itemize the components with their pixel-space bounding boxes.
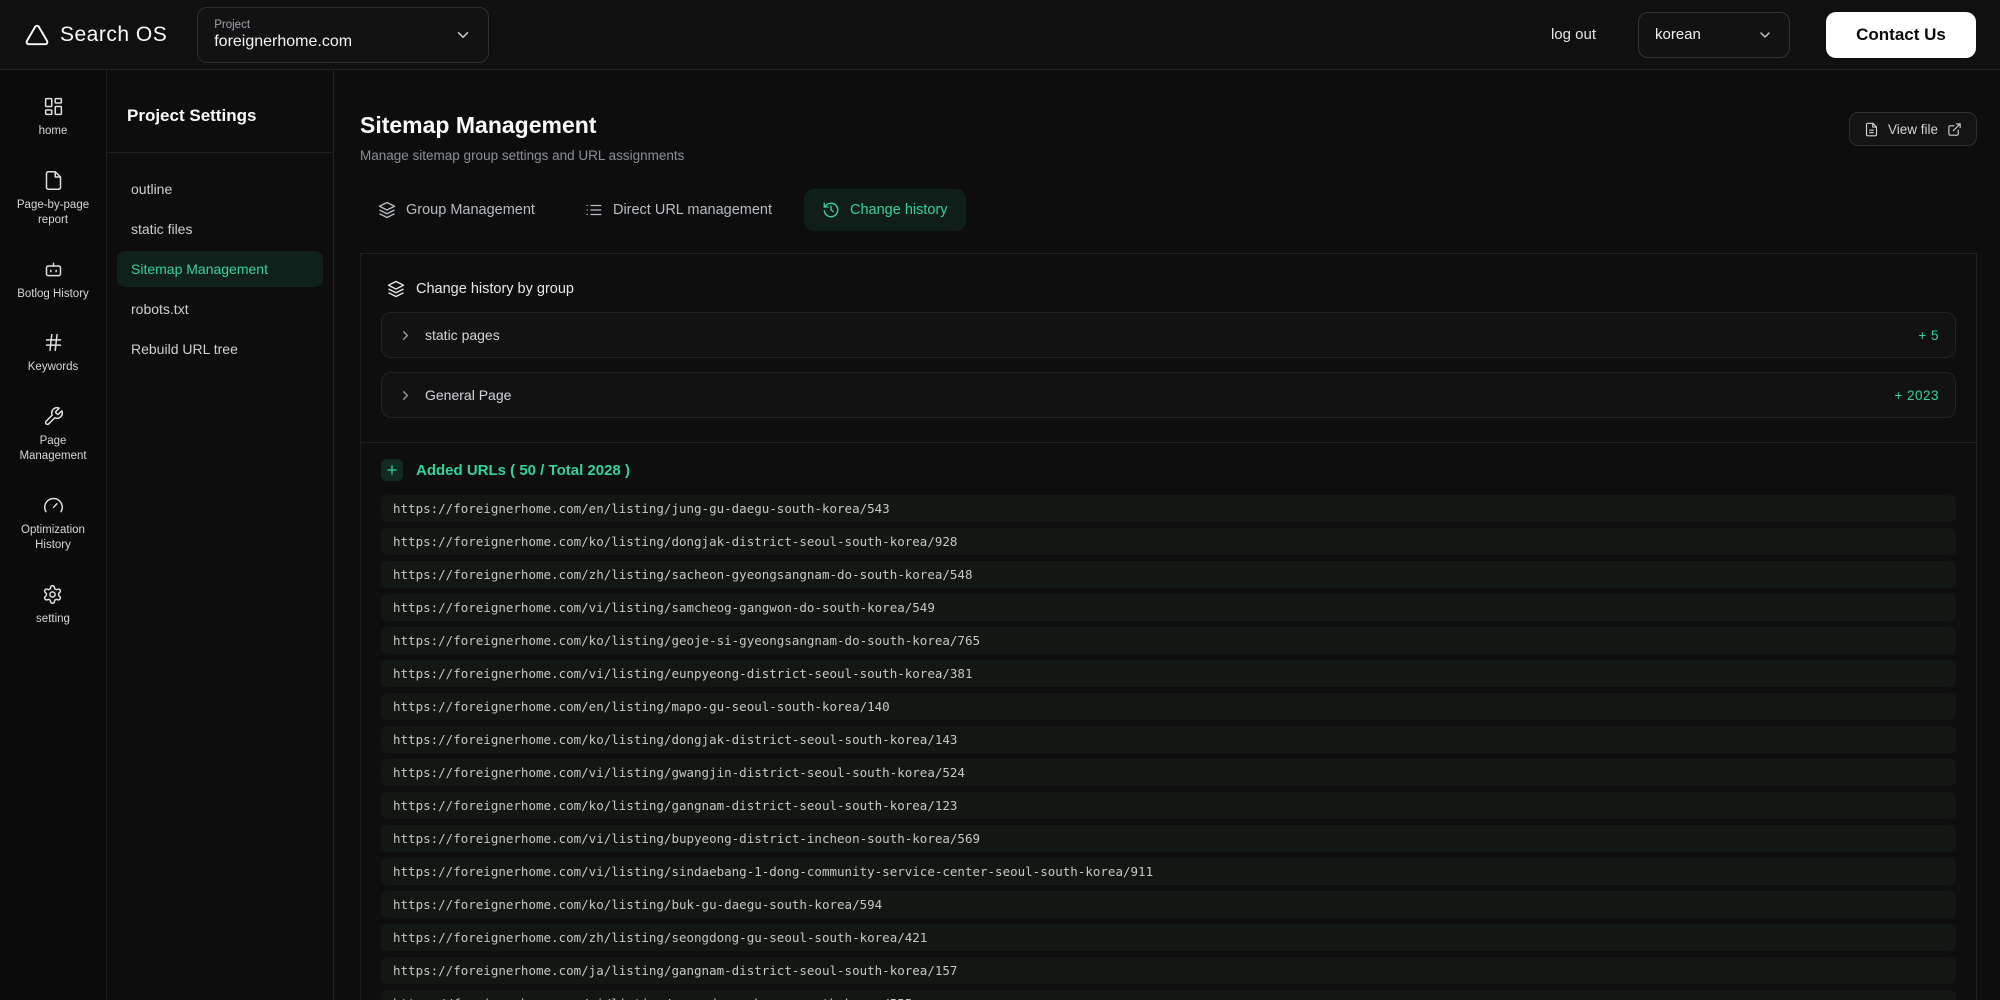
file-icon: [43, 170, 64, 191]
external-link-icon: [1947, 122, 1962, 137]
project-select[interactable]: Project foreignerhome.com: [197, 6, 490, 63]
sidebar-list: outline static files Sitemap Management …: [107, 153, 333, 385]
chevron-down-icon: [454, 26, 472, 44]
sidebar-item-robots-txt[interactable]: robots.txt: [117, 291, 323, 327]
section-header: Change history by group: [381, 280, 1956, 298]
rail-item-label: Page Management: [19, 434, 87, 463]
chevron-right-icon: [398, 328, 413, 343]
language-select-value: korean: [1655, 26, 1701, 43]
rail-item-label: home: [38, 125, 68, 137]
added-urls-header[interactable]: Added URLs ( 50 / Total 2028 ): [381, 459, 1956, 481]
gauge-icon: [43, 495, 64, 516]
page-subtitle: Manage sitemap group settings and URL as…: [360, 148, 685, 163]
url-list-item: https://foreignerhome.com/vi/listing/bup…: [381, 825, 1956, 852]
url-list-item: https://foreignerhome.com/vi/listing/eun…: [381, 660, 1956, 687]
url-list-item: https://foreignerhome.com/en/listing/map…: [381, 693, 1956, 720]
sidebar-item-outline[interactable]: outline: [117, 171, 323, 207]
file-text-icon: [1864, 122, 1879, 137]
added-urls-title: Added URLs ( 50 / Total 2028 ): [416, 461, 630, 479]
added-count-badge: + 5: [1918, 327, 1939, 343]
rail-item-label: Botlog History: [17, 287, 89, 300]
project-settings-sidebar: Project Settings outline static files Si…: [107, 70, 334, 1000]
url-list-item: https://foreignerhome.com/zh/listing/seo…: [381, 924, 1956, 951]
sidebar-item-rebuild-url-tree[interactable]: Rebuild URL tree: [117, 331, 323, 367]
rail-item-setting[interactable]: setting: [36, 584, 70, 628]
rail-item-botlog-history[interactable]: Botlog History: [17, 259, 89, 303]
url-list-item: https://foreignerhome.com/ko/listing/don…: [381, 528, 1956, 555]
url-list-item: https://foreignerhome.com/vi/listing/sin…: [381, 858, 1956, 885]
contact-us-button[interactable]: Contact Us: [1826, 11, 1976, 58]
project-select-label: Project: [214, 18, 251, 31]
view-file-button[interactable]: View file: [1848, 112, 1977, 146]
app-body: home Page-by-page report Botlog History …: [0, 70, 2000, 1000]
app-title: Search OS: [60, 22, 168, 46]
rail-item-label: setting: [36, 612, 70, 625]
plus-icon: [381, 459, 403, 481]
dashboard-icon: [43, 96, 64, 117]
gear-icon: [42, 584, 63, 605]
tab-label: Direct URL management: [612, 202, 772, 218]
main-content: Sitemap Management Manage sitemap group …: [334, 70, 2000, 1000]
sidebar-title: Project Settings: [107, 70, 333, 153]
icon-nav-rail: home Page-by-page report Botlog History …: [0, 70, 107, 1000]
added-urls-section: Added URLs ( 50 / Total 2028 ) https://f…: [361, 443, 1976, 1000]
url-list-item: https://foreignerhome.com/ko/listing/geo…: [381, 627, 1956, 654]
view-file-label: View file: [1887, 121, 1938, 137]
language-select[interactable]: korean: [1638, 11, 1790, 58]
rail-item-page-by-page-report[interactable]: Page-by-page report: [6, 170, 100, 229]
rail-item-label: Page-by-page report: [16, 198, 90, 227]
chevron-down-icon: [1757, 27, 1773, 43]
added-url-list: https://foreignerhome.com/en/listing/jun…: [381, 495, 1956, 1000]
url-list-item: https://foreignerhome.com/ko/listing/gan…: [381, 792, 1956, 819]
rail-item-label: Optimization History: [21, 523, 85, 552]
list-icon: [585, 201, 603, 219]
url-list-item: https://foreignerhome.com/vi/listing/gwa…: [381, 759, 1956, 786]
group-name: static pages: [425, 327, 500, 343]
page-title: Sitemap Management: [360, 112, 597, 138]
rail-item-optimization-history[interactable]: Optimization History: [6, 495, 100, 554]
history-icon: [822, 201, 840, 219]
added-count-badge: + 2023: [1894, 387, 1939, 403]
url-list-item: https://foreignerhome.com/vi/listing/yeo…: [381, 990, 1956, 1000]
sidebar-item-static-files[interactable]: static files: [117, 211, 323, 247]
bot-icon: [43, 259, 64, 280]
app-logo: Search OS: [24, 22, 167, 48]
url-list-item: https://foreignerhome.com/zh/listing/sac…: [381, 561, 1956, 588]
url-list-item: https://foreignerhome.com/vi/listing/sam…: [381, 594, 1956, 621]
chevron-right-icon: [398, 388, 413, 403]
logout-link[interactable]: log out: [1551, 26, 1596, 43]
triangle-logo-icon: [24, 22, 50, 48]
hash-icon: [43, 332, 64, 353]
url-list-item: https://foreignerhome.com/ko/listing/don…: [381, 726, 1956, 753]
url-list-item: https://foreignerhome.com/ko/listing/buk…: [381, 891, 1956, 918]
section-title: Change history by group: [416, 281, 574, 297]
tab-label: Change history: [850, 202, 948, 218]
change-history-panel[interactable]: Change history by group static pages + 5…: [360, 253, 1977, 1000]
rail-item-home[interactable]: home: [38, 96, 68, 140]
rail-item-keywords[interactable]: Keywords: [27, 332, 79, 376]
tab-group-management[interactable]: Group Management: [360, 189, 553, 231]
rail-item-page-management[interactable]: Page Management: [6, 406, 100, 465]
wrench-icon: [43, 406, 64, 427]
layers-icon: [378, 201, 396, 219]
project-select-value: foreignerhome.com: [214, 32, 353, 50]
tab-bar: Group Management Direct URL management C…: [360, 189, 1977, 231]
tab-direct-url-management[interactable]: Direct URL management: [567, 189, 790, 231]
url-list-item: https://foreignerhome.com/en/listing/jun…: [381, 495, 1956, 522]
layers-icon: [387, 280, 405, 298]
page-header: Sitemap Management Manage sitemap group …: [360, 70, 1977, 163]
change-history-by-group-section: Change history by group static pages + 5…: [361, 254, 1976, 442]
tab-change-history[interactable]: Change history: [804, 189, 966, 231]
tab-label: Group Management: [406, 202, 535, 218]
url-list-item: https://foreignerhome.com/ja/listing/gan…: [381, 957, 1956, 984]
group-row-general-page[interactable]: General Page + 2023: [381, 372, 1956, 418]
sidebar-item-sitemap-management[interactable]: Sitemap Management: [117, 251, 323, 287]
group-name: General Page: [425, 387, 512, 403]
rail-item-label: Keywords: [27, 361, 79, 374]
top-header: Search OS Project foreignerhome.com log …: [0, 0, 2000, 70]
group-row-static-pages[interactable]: static pages + 5: [381, 312, 1956, 358]
